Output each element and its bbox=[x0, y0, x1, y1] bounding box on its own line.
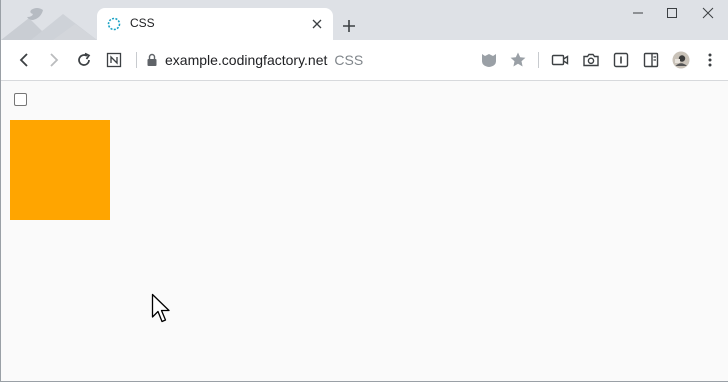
reload-icon bbox=[78, 52, 91, 66]
video-button[interactable] bbox=[550, 50, 570, 70]
minimize-button[interactable] bbox=[629, 4, 647, 22]
address-bar[interactable]: example.codingfactory.net CSS bbox=[165, 52, 363, 68]
lock-icon bbox=[147, 53, 157, 66]
reload-button[interactable] bbox=[74, 50, 94, 70]
window-close-button[interactable] bbox=[699, 4, 717, 22]
new-tab-button[interactable] bbox=[339, 16, 359, 36]
toolbar-separator bbox=[136, 52, 137, 68]
close-icon bbox=[702, 7, 714, 19]
avatar bbox=[672, 51, 690, 69]
toolbar: example.codingfactory.net CSS bbox=[1, 40, 728, 81]
video-icon bbox=[551, 54, 569, 66]
tab-strip: CSS bbox=[1, 0, 728, 40]
forward-button[interactable] bbox=[44, 50, 64, 70]
forward-icon bbox=[50, 53, 59, 67]
menu-button[interactable] bbox=[700, 50, 720, 70]
checkbox[interactable] bbox=[14, 93, 27, 106]
star-icon bbox=[510, 52, 526, 67]
camera-icon bbox=[583, 53, 599, 67]
toolbar-separator bbox=[538, 52, 539, 68]
mouse-cursor-icon bbox=[151, 293, 170, 323]
browser-window: CSS example.codingfactory.net CSS bbox=[0, 0, 728, 382]
url-host: example.codingfactory.net bbox=[165, 52, 328, 68]
back-icon bbox=[19, 53, 28, 67]
tab-title: CSS bbox=[130, 16, 155, 30]
back-button[interactable] bbox=[14, 50, 34, 70]
profile-button[interactable] bbox=[671, 50, 691, 70]
maximize-icon bbox=[667, 8, 677, 18]
maximize-button[interactable] bbox=[663, 4, 681, 22]
notion-extension-icon bbox=[106, 52, 122, 68]
minimize-icon bbox=[633, 12, 643, 14]
reader-button[interactable] bbox=[611, 50, 631, 70]
orange-box bbox=[10, 120, 110, 220]
site-info-button[interactable] bbox=[142, 50, 162, 70]
shield-extension-button[interactable] bbox=[479, 50, 499, 70]
sidebar-button[interactable] bbox=[641, 50, 661, 70]
background-logo-icon bbox=[1, 8, 97, 40]
page-content bbox=[1, 81, 728, 381]
url-page-title: CSS bbox=[334, 52, 364, 68]
sidebar-icon bbox=[643, 52, 659, 68]
notion-extension-button[interactable] bbox=[104, 50, 124, 70]
shield-extension-icon bbox=[482, 54, 496, 67]
bookmark-button[interactable] bbox=[508, 50, 528, 70]
tab-active[interactable]: CSS bbox=[97, 8, 333, 40]
screenshot-button[interactable] bbox=[581, 50, 601, 70]
reader-icon bbox=[613, 52, 629, 68]
loading-spinner-icon bbox=[107, 17, 121, 31]
tab-close-icon[interactable] bbox=[309, 16, 325, 32]
menu-icon bbox=[708, 53, 712, 67]
plus-icon bbox=[343, 20, 355, 32]
